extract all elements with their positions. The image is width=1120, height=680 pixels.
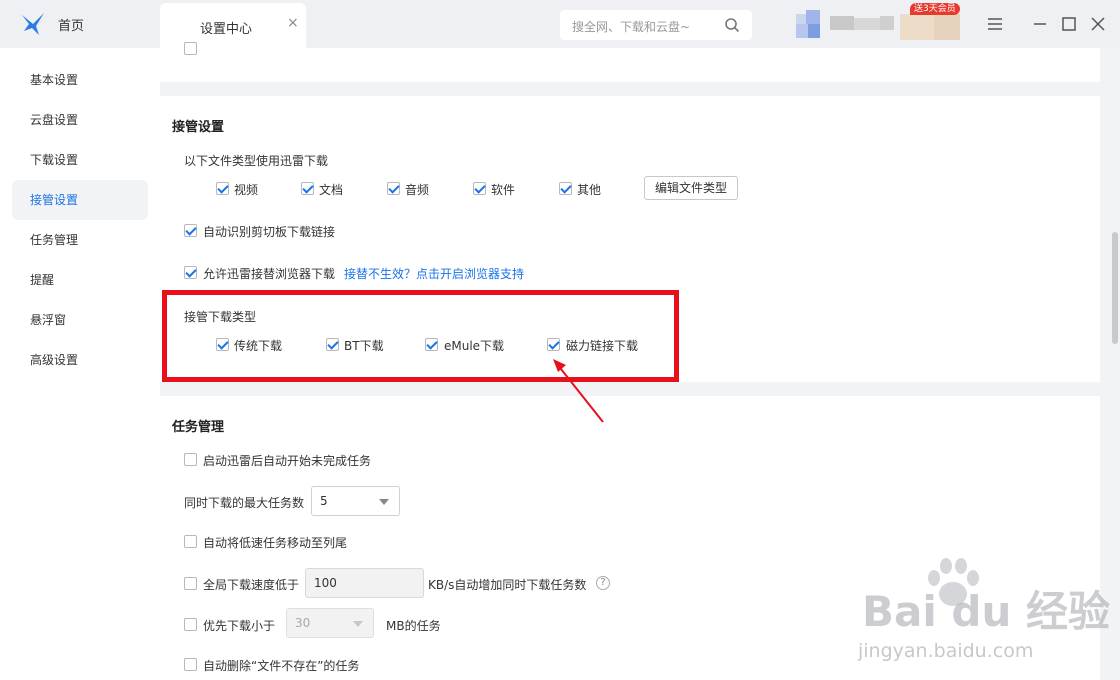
avatar-pixel (806, 10, 820, 24)
checkbox-other[interactable] (559, 182, 572, 195)
checkbox-priority-small[interactable] (184, 618, 197, 631)
menu-icon[interactable] (985, 14, 1005, 34)
priority-label: 优先下载小于 (203, 619, 276, 633)
priority-unit-label: MB的任务 (386, 619, 441, 633)
username-pixel (934, 14, 960, 40)
section-title: 任务管理 (172, 420, 225, 435)
sidebar-item-reminder[interactable]: 提醒 (12, 260, 148, 300)
checkbox-software[interactable] (473, 182, 486, 195)
home-tab-label[interactable]: 首页 (58, 15, 84, 34)
checkbox-browser-takeover[interactable] (184, 266, 197, 279)
sidebar-item-advanced[interactable]: 高级设置 (12, 340, 148, 380)
checkbox-label: 视频 (234, 183, 259, 197)
minimize-icon[interactable] (1030, 14, 1050, 34)
checkbox-speed-threshold[interactable] (184, 577, 197, 590)
search-icon[interactable] (724, 17, 740, 33)
sidebar-item-download[interactable]: 下载设置 (12, 140, 148, 180)
checkbox-audio[interactable] (387, 182, 400, 195)
previous-settings-card (160, 42, 1100, 82)
username-pixel (854, 18, 880, 30)
delete-missing-label: 自动删除“文件不存在”的任务 (203, 659, 360, 673)
avatar-pixel (796, 14, 806, 24)
baidu-watermark: Bai du 经验 jingyan.baidu.com (828, 548, 1118, 678)
checkbox-video[interactable] (216, 182, 229, 195)
watermark-brand: Bai du 经验 (862, 587, 1110, 636)
xunlei-bird-logo-icon[interactable] (20, 11, 46, 37)
file-types-label: 以下文件类型使用迅雷下载 (184, 154, 329, 168)
section-title: 接管设置 (172, 120, 225, 135)
edit-file-types-button[interactable]: 编辑文件类型 (644, 176, 739, 200)
username-pixel (900, 14, 934, 40)
clipboard-label: 自动识别剪切板下载链接 (203, 225, 336, 239)
sidebar-item-tasks[interactable]: 任务管理 (12, 220, 148, 260)
checkbox-move-slow[interactable] (184, 535, 197, 548)
tab-title: 设置中心 (200, 22, 253, 37)
checkbox-label: 其他 (577, 183, 602, 197)
checkbox-label: 文档 (319, 183, 344, 197)
search-placeholder: 搜全网、下载和云盘~ (572, 20, 691, 34)
username-pixel (830, 16, 854, 30)
sidebar-item-cloud[interactable]: 云盘设置 (12, 100, 148, 140)
priority-size-select[interactable]: 30 (286, 608, 374, 638)
move-slow-label: 自动将低速任务移动至列尾 (203, 536, 348, 550)
settings-sidebar: 基本设置 云盘设置 下载设置 接管设置 任务管理 提醒 悬浮窗 高级设置 (0, 48, 160, 680)
avatar-pixel (796, 24, 808, 38)
speed-label: 全局下载速度低于 (203, 578, 300, 592)
annotation-arrow-icon (553, 359, 604, 423)
checkbox-label: 软件 (491, 183, 516, 197)
maximize-icon[interactable] (1059, 14, 1079, 34)
close-window-icon[interactable] (1088, 14, 1108, 34)
browser-takeover-label: 允许迅雷接替浏览器下载 (203, 267, 336, 281)
scrollbar-thumb[interactable] (1112, 232, 1118, 344)
chevron-down-icon (353, 621, 363, 627)
sidebar-item-floating-window[interactable]: 悬浮窗 (12, 300, 148, 340)
checkbox-document[interactable] (301, 182, 314, 195)
max-tasks-select[interactable]: 5 (311, 486, 400, 516)
priority-size-value: 30 (295, 616, 311, 630)
vip-promo-badge[interactable]: 送3天会员 (910, 3, 960, 15)
max-tasks-label: 同时下载的最大任务数 (184, 496, 305, 510)
avatar-pixel (808, 24, 820, 38)
watermark-url: jingyan.baidu.com (858, 640, 1034, 662)
search-input[interactable]: 搜全网、下载和云盘~ (560, 10, 752, 40)
speed-threshold-input[interactable]: 100 (305, 568, 424, 598)
chevron-down-icon (379, 499, 389, 505)
close-tab-icon[interactable]: × (287, 15, 299, 31)
checkbox-auto-start[interactable] (184, 453, 197, 466)
max-tasks-value: 5 (320, 494, 328, 508)
checkbox-clipboard[interactable] (184, 224, 197, 237)
sidebar-item-basic[interactable]: 基本设置 (12, 60, 148, 100)
username-pixel (880, 16, 894, 30)
checkbox-label: 音频 (405, 183, 430, 197)
auto-start-label: 启动迅雷后自动开始未完成任务 (203, 454, 372, 468)
enable-browser-support-link[interactable]: 接替不生效？点击开启浏览器支持 (344, 265, 524, 282)
speed-unit-label: KB/s自动增加同时下载任务数 (428, 578, 587, 592)
tab-settings-center[interactable]: 设置中心 × (160, 3, 306, 48)
sidebar-item-takeover[interactable]: 接管设置 (12, 180, 148, 220)
checkbox-delete-missing[interactable] (184, 658, 197, 671)
title-bar: 首页 设置中心 × 搜全网、下载和云盘~ 送3天会员 (0, 0, 1120, 48)
checkbox-cut-off[interactable] (184, 42, 197, 55)
help-icon[interactable]: ? (596, 576, 610, 590)
